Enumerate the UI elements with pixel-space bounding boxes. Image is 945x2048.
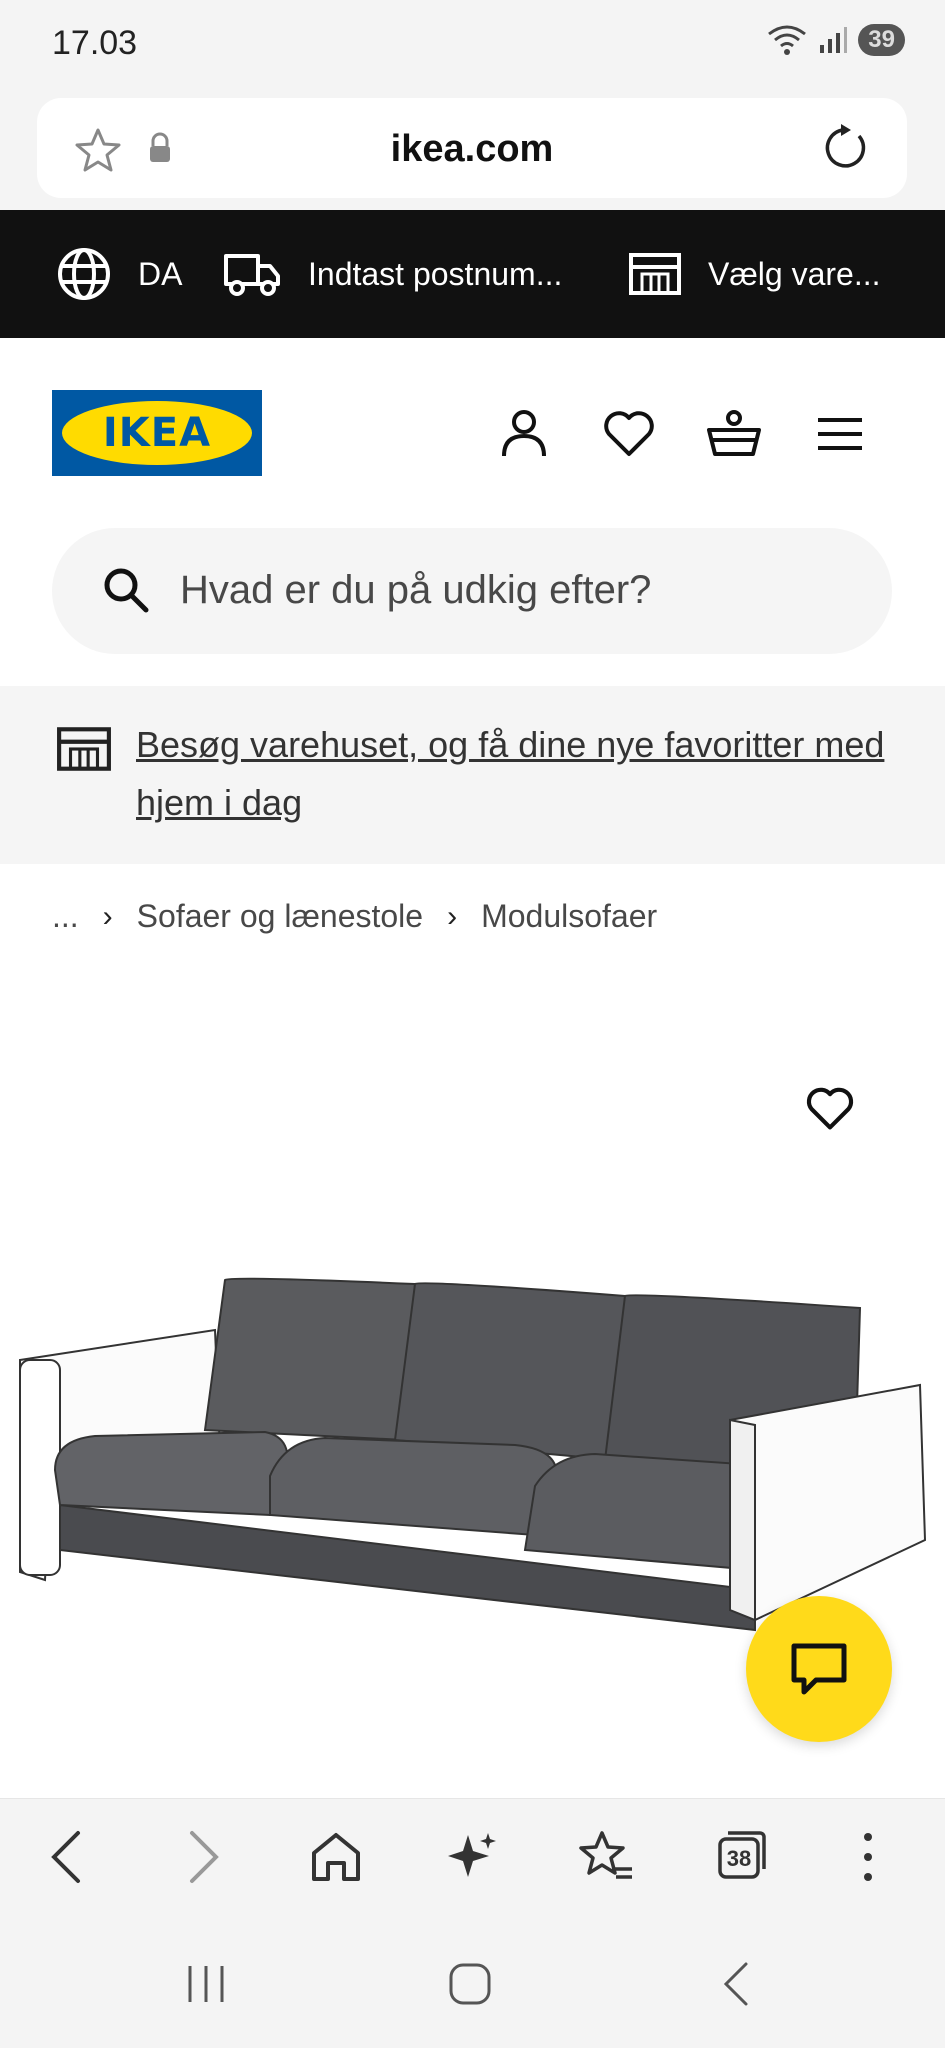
site-header: IKEA	[0, 338, 945, 518]
store-icon	[629, 253, 681, 295]
system-navigation-bar	[0, 1920, 945, 2048]
home-icon[interactable]	[310, 1829, 362, 1885]
chat-button[interactable]	[746, 1596, 892, 1742]
tabs-button[interactable]: 38	[716, 1829, 768, 1881]
url-bar[interactable]: ikea.com	[37, 98, 907, 198]
browser-url-area: ikea.com	[0, 90, 945, 210]
more-options-icon[interactable]	[860, 1829, 876, 1885]
recent-apps-icon[interactable]	[184, 1960, 228, 2008]
add-to-favourites-heart-icon[interactable]	[805, 1085, 855, 1133]
breadcrumb-ellipsis[interactable]: ...	[52, 898, 79, 935]
menu-hamburger-icon[interactable]	[816, 408, 864, 460]
breadcrumb: ... › Sofaer og lænestole › Modulsofaer	[52, 898, 657, 935]
home-button-icon[interactable]	[448, 1960, 492, 2008]
search-icon	[104, 568, 149, 613]
delivery-truck-icon	[224, 254, 280, 296]
breadcrumb-item-modular-sofas[interactable]: Modulsofaer	[481, 898, 657, 935]
chat-bubble-icon	[791, 1643, 847, 1695]
chevron-right-icon: ›	[102, 899, 113, 933]
reload-icon[interactable]	[821, 122, 871, 174]
postcode-selector[interactable]: Indtast postnum...	[222, 250, 562, 298]
language-selector[interactable]: DA	[56, 246, 182, 302]
store-visit-link[interactable]: Besøg varehuset, og få dine nye favoritt…	[136, 716, 896, 832]
store-label: Vælg vare...	[708, 255, 881, 292]
ikea-top-strip: DA Indtast postnum... Vælg vare...	[0, 210, 945, 338]
url-text[interactable]: ikea.com	[37, 128, 907, 171]
ikea-logo[interactable]: IKEA	[52, 390, 262, 476]
signal-icon	[820, 27, 848, 53]
search-input[interactable]: Hvad er du på udkig efter?	[52, 528, 892, 654]
status-bar: 17.03 39	[0, 0, 945, 90]
chevron-right-icon: ›	[447, 899, 458, 933]
status-icons: 39	[766, 24, 905, 56]
store-selector[interactable]: Vælg vare...	[628, 252, 881, 296]
forward-arrow-icon[interactable]	[186, 1829, 222, 1885]
battery-indicator: 39	[858, 24, 905, 56]
favourites-heart-icon[interactable]	[602, 408, 656, 460]
globe-icon	[58, 248, 110, 300]
account-icon[interactable]	[498, 408, 550, 460]
system-back-icon[interactable]	[720, 1960, 750, 2008]
store-visit-banner: Besøg varehuset, og få dine nye favoritt…	[0, 686, 945, 864]
shopping-basket-icon[interactable]	[705, 408, 763, 460]
status-time: 17.03	[52, 24, 138, 62]
battery-level: 39	[868, 26, 895, 53]
wifi-icon	[768, 25, 807, 55]
store-icon	[57, 727, 111, 771]
tab-count: 38	[726, 1846, 752, 1871]
browser-toolbar: 38	[0, 1798, 945, 1920]
back-arrow-icon[interactable]	[48, 1829, 84, 1885]
search-placeholder: Hvad er du på udkig efter?	[180, 568, 652, 612]
postcode-label: Indtast postnum...	[308, 255, 563, 292]
bookmarks-star-icon[interactable]	[578, 1829, 634, 1885]
ikea-logo-text: IKEA	[62, 401, 252, 465]
breadcrumb-item-sofas[interactable]: Sofaer og lænestole	[137, 898, 423, 935]
language-label: DA	[138, 255, 183, 292]
ai-sparkle-icon[interactable]	[446, 1829, 498, 1885]
